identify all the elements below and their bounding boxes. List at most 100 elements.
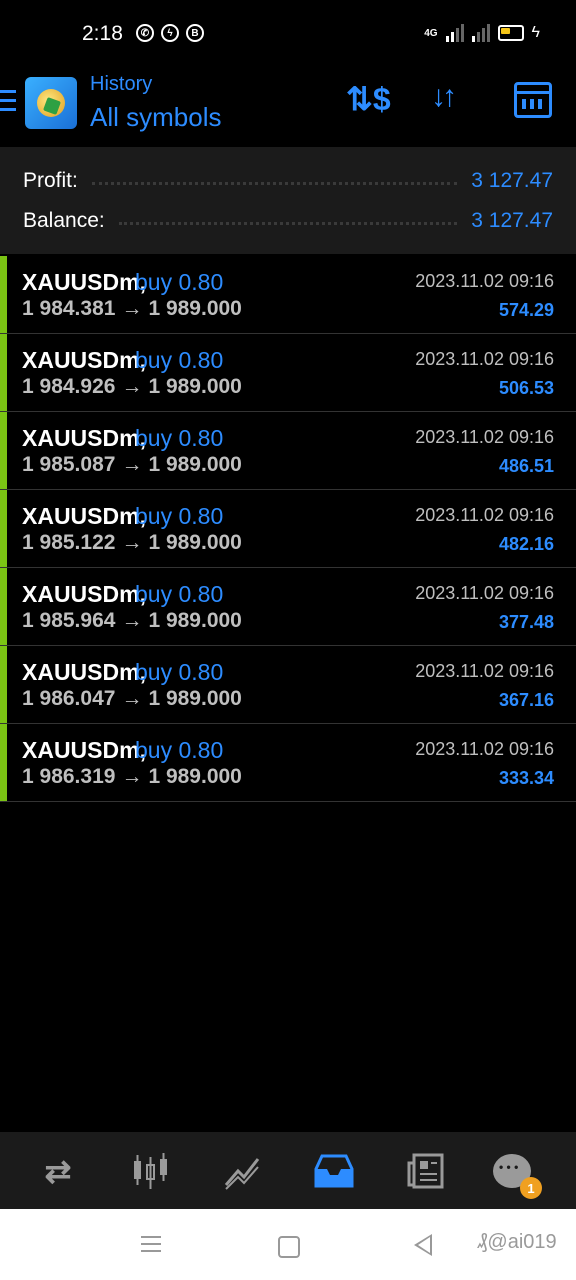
arrow-icon: → [121, 765, 143, 788]
arrow-icon: → [121, 453, 143, 476]
profit-row: Profit: 3 127.47 [23, 166, 553, 196]
deal-profit: 377.48 [498, 612, 554, 632]
signal-2-icon [471, 24, 490, 42]
buy-indicator [0, 334, 7, 411]
trade-icon[interactable] [220, 1149, 264, 1193]
system-status: 4G ϟ [424, 24, 540, 42]
deal-symbol: XAUUSDm, [22, 503, 146, 529]
deal-symbol: XAUUSDm, [22, 347, 146, 373]
deal-profit: 574.29 [498, 300, 554, 320]
sort-icon[interactable]: ↓↑ [431, 80, 457, 114]
deal-symbol: XAUUSDm, [22, 269, 146, 295]
back-icon[interactable] [414, 1234, 432, 1256]
close-price: 1 989.000 [148, 687, 242, 710]
close-price: 1 989.000 [148, 609, 242, 632]
deal-prices: 1 986.047 → 1 989.000 [22, 687, 242, 711]
arrow-icon: → [121, 687, 143, 710]
deal-row[interactable]: XAUUSDm, buy 0.80 1 985.122 → 1 989.000 20… [0, 490, 576, 568]
notification-icons: ✆ ϟ B [136, 24, 204, 42]
arrow-icon: → [121, 297, 143, 320]
bottom-tab-bar: ⇄ 1 [0, 1132, 576, 1209]
arrow-icon: → [121, 531, 143, 554]
quotes-icon[interactable]: ⇄ [36, 1149, 80, 1193]
deal-profit: 482.16 [498, 534, 554, 554]
buy-indicator [0, 724, 7, 801]
close-price: 1 989.000 [148, 375, 242, 398]
news-icon[interactable] [404, 1149, 448, 1193]
close-price: 1 989.000 [148, 531, 242, 554]
home-icon[interactable] [278, 1236, 300, 1258]
signal-icon [445, 24, 464, 42]
deal-symbol: XAUUSDm, [22, 425, 146, 451]
deal-type: buy 0.80 [135, 347, 224, 373]
open-price: 1 984.381 [22, 297, 116, 320]
network-type: 4G [424, 27, 438, 39]
header-subtitle: History [90, 73, 153, 95]
deal-prices: 1 984.926 → 1 989.000 [22, 375, 242, 399]
deal-time: 2023.11.02 09:16 [415, 349, 554, 369]
app-logo[interactable] [25, 77, 77, 129]
deal-row[interactable]: XAUUSDm, buy 0.80 1 985.087 → 1 989.000 20… [0, 412, 576, 490]
close-price: 1 989.000 [148, 453, 242, 476]
trend-icon [224, 1158, 260, 1190]
battery-icon [497, 25, 524, 41]
inbox-icon [314, 1154, 354, 1188]
deal-prices: 1 986.319 → 1 989.000 [22, 765, 242, 789]
calendar-icon[interactable] [514, 82, 552, 118]
buy-indicator [0, 412, 7, 489]
deal-type: buy 0.80 [135, 737, 224, 763]
deal-type: buy 0.80 [135, 503, 224, 529]
deal-profit: 506.53 [498, 378, 554, 398]
deal-type: buy 0.80 [135, 269, 224, 295]
buy-indicator [0, 568, 7, 645]
profit-label: Profit: [23, 169, 78, 192]
chart-icon[interactable] [128, 1149, 172, 1193]
newspaper-icon [407, 1153, 444, 1189]
history-icon[interactable] [312, 1149, 356, 1193]
deal-symbol: XAUUSDm, [22, 581, 146, 607]
deal-row[interactable]: XAUUSDm, buy 0.80 1 984.926 → 1 989.000 20… [0, 334, 576, 412]
currency-exchange-icon[interactable]: ⇅$ [346, 80, 391, 118]
chat-badge: 1 [520, 1177, 542, 1199]
deal-profit: 333.34 [498, 768, 554, 788]
b-icon: B [186, 24, 204, 42]
deal-profit: 486.51 [498, 456, 554, 476]
deal-time: 2023.11.02 09:16 [415, 505, 554, 525]
recents-icon[interactable] [141, 1236, 161, 1257]
buy-indicator [0, 490, 7, 567]
chat-icon[interactable]: 1 [490, 1149, 542, 1199]
candlestick-icon [134, 1153, 167, 1189]
messenger-icon: ϟ [161, 24, 179, 42]
buy-indicator [0, 646, 7, 723]
menu-icon[interactable] [0, 90, 16, 112]
deal-row[interactable]: XAUUSDm, buy 0.80 1 985.964 → 1 989.000 20… [0, 568, 576, 646]
deal-type: buy 0.80 [135, 581, 224, 607]
deal-row[interactable]: XAUUSDm, buy 0.80 1 984.381 → 1 989.000 20… [0, 256, 576, 334]
open-price: 1 986.319 [22, 765, 116, 788]
open-price: 1 985.122 [22, 531, 116, 554]
deal-symbol: XAUUSDm, [22, 659, 146, 685]
deal-prices: 1 985.087 → 1 989.000 [22, 453, 242, 477]
deal-prices: 1 984.381 → 1 989.000 [22, 297, 242, 321]
symbol-filter[interactable]: All symbols [90, 102, 221, 133]
balance-label: Balance: [23, 209, 105, 232]
summary-panel: Profit: 3 127.47 Balance: 3 127.47 [0, 147, 576, 254]
deal-row[interactable]: XAUUSDm, buy 0.80 1 986.319 → 1 989.000 20… [0, 724, 576, 802]
profit-value: 3 127.47 [471, 169, 553, 192]
open-price: 1 985.964 [22, 609, 116, 632]
dotted-leader [91, 181, 458, 185]
balance-row: Balance: 3 127.47 [23, 206, 553, 236]
deal-profit: 367.16 [498, 690, 554, 710]
balance-value: 3 127.47 [471, 209, 553, 232]
open-price: 1 985.087 [22, 453, 116, 476]
dotted-leader [118, 221, 458, 225]
deal-row[interactable]: XAUUSDm, buy 0.80 1 986.047 → 1 989.000 20… [0, 646, 576, 724]
deals-list: XAUUSDm, buy 0.80 1 984.381 → 1 989.000 20… [0, 256, 576, 802]
deal-prices: 1 985.122 → 1 989.000 [22, 531, 242, 555]
deal-prices: 1 985.964 → 1 989.000 [22, 609, 242, 633]
status-time: 2:18 [82, 22, 123, 45]
whatsapp-icon: ✆ [136, 24, 154, 42]
close-price: 1 989.000 [148, 765, 242, 788]
status-bar: 2:18 ✆ ϟ B 4G ϟ [0, 0, 576, 70]
open-price: 1 986.047 [22, 687, 116, 710]
